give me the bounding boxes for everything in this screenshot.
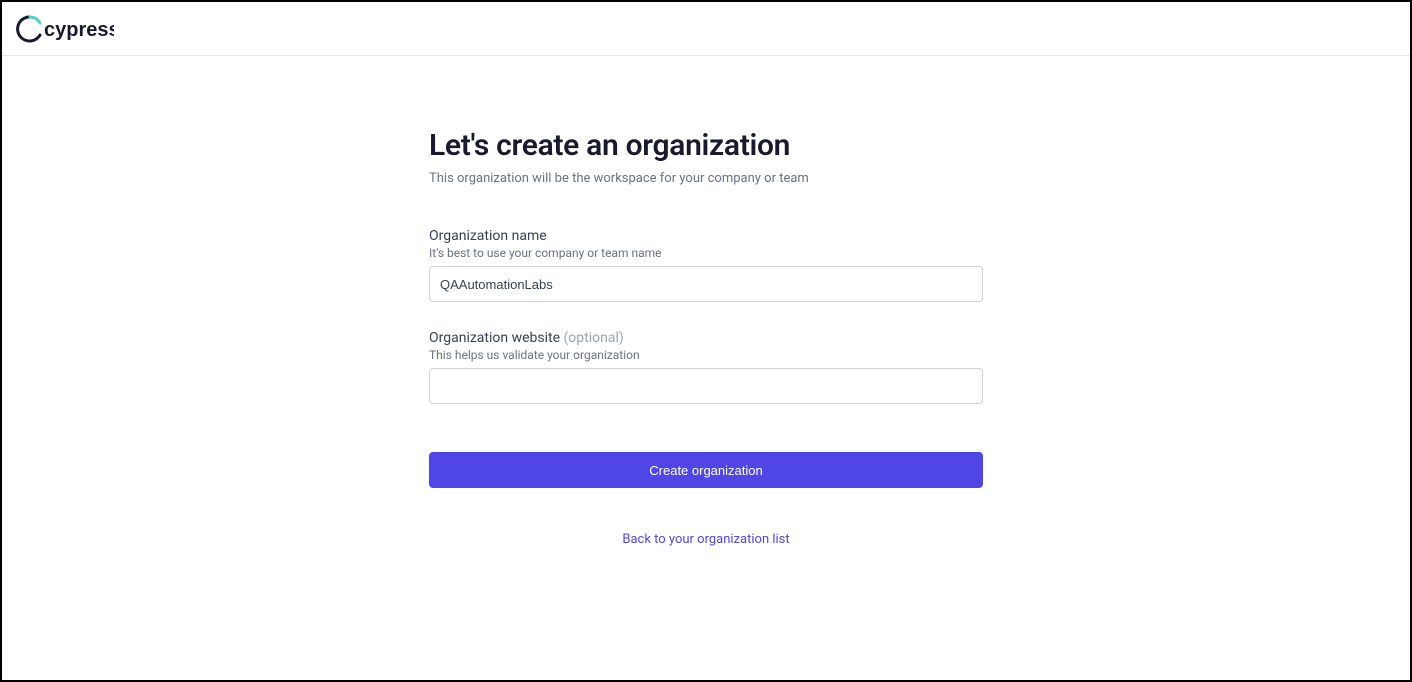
create-org-form: Let's create an organization This organi… — [429, 128, 983, 547]
org-website-group: Organization website (optional) This hel… — [429, 330, 983, 404]
org-website-label: Organization website (optional) — [429, 330, 983, 346]
create-organization-button[interactable]: Create organization — [429, 452, 983, 488]
page-subtitle: This organization will be the workspace … — [429, 171, 983, 186]
cypress-logo-icon: cypress — [14, 13, 114, 45]
org-name-help: It's best to use your company or team na… — [429, 246, 983, 260]
org-website-help: This helps us validate your organization — [429, 348, 983, 362]
cypress-wordmark: cypress — [44, 19, 114, 41]
org-website-input[interactable] — [429, 368, 983, 404]
header: cypress — [2, 2, 1410, 56]
main-content: Let's create an organization This organi… — [2, 56, 1410, 547]
org-website-optional-tag: (optional) — [564, 330, 624, 346]
org-name-label: Organization name — [429, 228, 983, 244]
org-name-group: Organization name It's best to use your … — [429, 228, 983, 302]
back-to-org-list-link[interactable]: Back to your organization list — [622, 532, 789, 547]
org-website-label-text: Organization website — [429, 330, 564, 346]
back-link-container: Back to your organization list — [429, 528, 983, 547]
cypress-logo[interactable]: cypress — [14, 13, 114, 45]
org-name-input[interactable] — [429, 266, 983, 302]
page-title: Let's create an organization — [429, 128, 983, 163]
